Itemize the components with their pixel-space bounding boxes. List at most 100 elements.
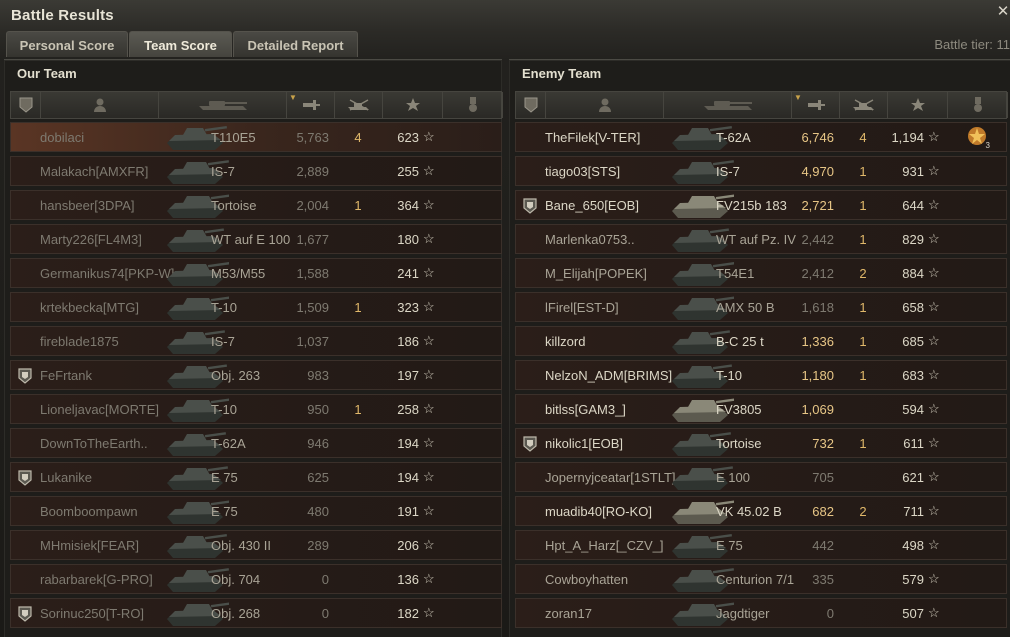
column-header-tank[interactable] [664,92,792,118]
player-name[interactable]: FeFrtank [40,368,92,383]
frags-icon [851,97,877,113]
player-name[interactable]: Marlenka0753.. [545,232,635,247]
player-name[interactable]: tiago03[STS] [545,164,620,179]
xp-star-icon: ☆ [928,265,940,280]
player-name[interactable]: Malakach[AMXFR] [40,164,148,179]
player-name[interactable]: zoran17 [545,606,592,621]
player-row[interactable]: DownToTheEarth.. T-62A 946 194 ☆ [10,428,502,458]
tab-team-score[interactable]: Team Score [129,31,232,57]
player-name[interactable]: lFirel[EST-D] [545,300,619,315]
player-row[interactable]: muadib40[RO-KO] VK 45.02 B 682 2 711 ☆ [515,496,1007,526]
xp-star-icon: ☆ [928,129,940,144]
player-row[interactable]: killzord B-C 25 t 1,336 1 685 ☆ [515,326,1007,356]
player-row[interactable]: FeFrtank Obj. 263 983 197 ☆ [10,360,502,390]
player-name[interactable]: Sorinuc250[T-RO] [40,606,144,621]
player-row[interactable]: Lukanike E 75 625 194 ☆ [10,462,502,492]
player-row[interactable]: lFirel[EST-D] AMX 50 B 1,618 1 658 ☆ [515,292,1007,322]
ace-medal-icon[interactable]: 3 [966,125,990,151]
player-name[interactable]: fireblade1875 [40,334,119,349]
column-header-frags[interactable] [840,92,888,118]
tab-personal-score[interactable]: Personal Score [6,31,128,57]
player-name[interactable]: TheFilek[V-TER] [545,130,640,145]
player-row[interactable]: M_Elijah[POPEK] T54E1 2,412 2 884 ☆ [515,258,1007,288]
player-row[interactable]: bitlss[GAM3_] FV3805 1,069 594 ☆ [515,394,1007,424]
column-header-squad[interactable] [11,92,41,118]
player-name[interactable]: nikolic1[EOB] [545,436,623,451]
xp-star-icon: ☆ [423,401,435,416]
player-name[interactable]: DownToTheEarth.. [40,436,148,451]
player-row[interactable]: Lioneljavac[MORTE] T-10 950 1 258 ☆ [10,394,502,424]
xp-value: 255 [397,164,419,179]
column-header-player[interactable] [546,92,664,118]
player-name[interactable]: Marty226[FL4M3] [40,232,142,247]
xp-star-icon: ☆ [423,367,435,382]
frags-value: 1 [354,402,362,417]
player-name[interactable]: rabarbarek[G-PRO] [40,572,153,587]
player-row[interactable]: Jopernyjceatar[1STLT] E 100 705 621 ☆ [515,462,1007,492]
player-row[interactable]: NelzoN_ADM[BRIMS] T-10 1,180 1 683 ☆ [515,360,1007,390]
player-row[interactable]: MHmisiek[FEAR] Obj. 430 II 289 206 ☆ [10,530,502,560]
column-header-xp-star[interactable] [383,92,443,118]
player-name[interactable]: Lioneljavac[MORTE] [40,402,159,417]
vehicle-name: Obj. 430 II [211,538,271,553]
column-header-squad[interactable] [516,92,546,118]
column-header-player[interactable] [41,92,159,118]
tab-detailed-report[interactable]: Detailed Report [233,31,358,57]
player-row[interactable]: hansbeer[3DPA] Tortoise 2,004 1 364 ☆ [10,190,502,220]
xp-value: 206 [397,538,419,553]
player-row[interactable]: fireblade1875 IS-7 1,037 186 ☆ [10,326,502,356]
column-header-medal[interactable] [443,92,503,118]
player-name[interactable]: Hpt_A_Harz[_CZV_] [545,538,664,553]
player-name[interactable]: Bane_650[EOB] [545,198,639,213]
player-name[interactable]: M_Elijah[POPEK] [545,266,647,281]
player-row[interactable]: tiago03[STS] IS-7 4,970 1 931 ☆ [515,156,1007,186]
xp-star-icon: ☆ [423,163,435,178]
player-row[interactable]: Boomboompawn E 75 480 191 ☆ [10,496,502,526]
player-row[interactable]: krtekbecka[MTG] T-10 1,509 1 323 ☆ [10,292,502,322]
player-row[interactable]: Marlenka0753.. WT auf Pz. IV 2,442 1 829 ☆ [515,224,1007,254]
damage-value: 480 [307,504,329,519]
column-header-xp-star[interactable] [888,92,948,118]
player-name[interactable]: MHmisiek[FEAR] [40,538,139,553]
player-row[interactable]: zoran17 Jagdtiger 0 507 ☆ [515,598,1007,628]
player-name[interactable]: krtekbecka[MTG] [40,300,139,315]
frags-icon [346,97,372,113]
player-row[interactable]: nikolic1[EOB] Tortoise 732 1 611 ☆ [515,428,1007,458]
player-name[interactable]: dobilaci [40,130,84,145]
player-row[interactable]: Marty226[FL4M3] WT auf E 100 1,677 180 ☆ [10,224,502,254]
column-header-medal[interactable] [948,92,1008,118]
player-row[interactable]: rabarbarek[G-PRO] Obj. 704 0 136 ☆ [10,564,502,594]
player-row[interactable]: Cowboyhatten Centurion 7/1 335 579 ☆ [515,564,1007,594]
player-name[interactable]: killzord [545,334,585,349]
column-header-damage[interactable]: ▼ [792,92,840,118]
xp-star-icon: ☆ [423,197,435,212]
column-header-tank[interactable] [159,92,287,118]
xp-star-icon: ☆ [423,299,435,314]
column-header-damage[interactable]: ▼ [287,92,335,118]
player-name[interactable]: Lukanike [40,470,92,485]
close-icon[interactable]: ✕ [996,4,1010,20]
player-name[interactable]: muadib40[RO-KO] [545,504,652,519]
player-row[interactable]: Sorinuc250[T-RO] Obj. 268 0 182 ☆ [10,598,502,628]
player-name[interactable]: Boomboompawn [40,504,138,519]
player-name[interactable]: Germanikus74[PKP-W] [40,266,174,281]
player-row[interactable]: dobilaci T110E5 5,763 4 623 ☆ [10,122,502,152]
player-name[interactable]: NelzoN_ADM[BRIMS] [545,368,672,383]
xp-value: 711 [903,504,924,519]
vehicle-name: AMX 50 B [716,300,775,315]
damage-icon [806,97,826,113]
squad-badge-icon [523,436,537,452]
damage-value: 682 [812,504,834,519]
player-row[interactable]: TheFilek[V-TER] T-62A 6,746 4 1,194 ☆ 3 [515,122,1007,152]
vehicle-name: T110E5 [211,130,256,145]
player-name[interactable]: bitlss[GAM3_] [545,402,626,417]
damage-value: 442 [812,538,834,553]
player-name[interactable]: hansbeer[3DPA] [40,198,134,213]
player-row[interactable]: Malakach[AMXFR] IS-7 2,889 255 ☆ [10,156,502,186]
player-row[interactable]: Bane_650[EOB] FV215b 183 2,721 1 644 ☆ [515,190,1007,220]
player-name[interactable]: Jopernyjceatar[1STLT] [545,470,676,485]
player-row[interactable]: Hpt_A_Harz[_CZV_] E 75 442 498 ☆ [515,530,1007,560]
player-name[interactable]: Cowboyhatten [545,572,628,587]
column-header-frags[interactable] [335,92,383,118]
player-row[interactable]: Germanikus74[PKP-W] M53/M55 1,588 241 ☆ [10,258,502,288]
